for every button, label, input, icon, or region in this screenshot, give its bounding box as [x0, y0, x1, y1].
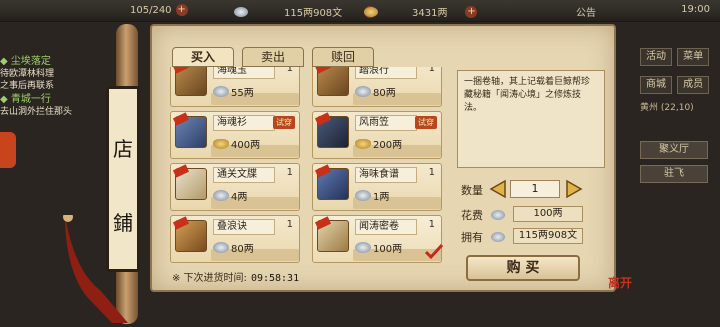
shop-item[interactable]: 海魂玉 1 55两: [170, 67, 300, 107]
quest-desc: 待欧潭林科理: [0, 69, 55, 79]
item-name: 海魂玉: [213, 67, 275, 79]
manual-icon: [172, 216, 207, 252]
silver-icon: [491, 232, 505, 242]
silver-value: 115两908文: [284, 8, 343, 19]
activity-button[interactable]: 活动: [640, 48, 672, 66]
item-name: 踏浪行: [355, 67, 417, 79]
try-on-button[interactable]: 试穿: [273, 116, 295, 129]
gold-ingot-icon: [355, 138, 371, 149]
document-icon: [172, 164, 207, 200]
cost-label: 花费: [461, 209, 483, 222]
quest-desc: 之事后再联系: [0, 81, 55, 91]
restock-label: ※ 下次进货时间:: [172, 273, 247, 284]
leave-button[interactable]: 离开: [608, 276, 632, 312]
right-menu: 活动 菜单 商城 成员 黄州 (22,10) 聚义厅 驻飞: [640, 44, 712, 183]
quantity-input[interactable]: 1: [510, 180, 560, 198]
item-description: 一捆卷轴，其上记载着巨鲸帮珍藏秘籍「闻涛心境」之修炼技法。: [457, 70, 605, 168]
jade-icon: [172, 67, 207, 96]
item-name: 海味食谱: [355, 167, 417, 183]
item-qty: 1: [428, 167, 435, 178]
item-qty: 1: [286, 167, 293, 178]
item-name: 叠浪诀: [213, 219, 275, 235]
tab-buy[interactable]: 买入: [172, 47, 234, 67]
location-readout: 黄州 (22,10): [640, 103, 694, 113]
item-qty: 1: [428, 67, 435, 74]
shop-item[interactable]: 叠浪诀 1 80两: [170, 215, 300, 263]
silver-icon: [491, 210, 505, 220]
tassel-icon: [63, 215, 128, 323]
station-button[interactable]: 驻飞: [640, 165, 708, 183]
item-qty: 1: [428, 219, 435, 230]
gold-value: 3431两: [412, 8, 448, 19]
item-price: 80两: [355, 84, 396, 99]
robe-icon: [172, 112, 207, 148]
silver-icon: [355, 86, 371, 97]
silver-icon: [213, 86, 229, 97]
tab-redeem[interactable]: 赎回: [312, 47, 374, 67]
item-price: 100两: [355, 240, 402, 255]
item-price: 55两: [213, 84, 254, 99]
clock: 19:00: [681, 4, 710, 15]
side-tab[interactable]: [0, 132, 16, 168]
silver-icon: [213, 190, 229, 201]
item-price: 4两: [213, 188, 247, 203]
gold-ingot-icon: [213, 138, 229, 149]
quest-desc: 去山洞外拦住那头: [0, 107, 73, 117]
scroll-icon: [314, 216, 349, 252]
silver-icon: [355, 190, 371, 201]
restock-time: 09:58:31: [250, 273, 300, 284]
item-qty: 1: [286, 67, 293, 74]
shop-item[interactable]: 海味食谱 1 1两: [312, 163, 442, 211]
quantity-label: 数量: [461, 184, 483, 197]
quest-title[interactable]: ◆ 尘埃落定: [0, 56, 95, 68]
item-price: 80两: [213, 240, 254, 255]
item-price: 1两: [355, 188, 389, 203]
shop-item[interactable]: 海魂衫 试穿 400两: [170, 111, 300, 159]
item-name: 海魂衫: [213, 115, 275, 131]
members-button[interactable]: 成员: [677, 76, 710, 94]
quest-tracker[interactable]: ◆ 尘埃落定 待欧潭林科理 之事后再联系 ◆ 青城一行 去山洞外拦住那头: [0, 56, 95, 118]
quest-title[interactable]: ◆ 青城一行: [0, 94, 95, 106]
gold-icon: [364, 6, 378, 17]
mall-button[interactable]: 商城: [640, 76, 672, 94]
notice-button[interactable]: 公告: [576, 4, 596, 19]
silver-icon: [234, 6, 248, 17]
silver-icon: [355, 242, 371, 253]
item-name: 通关文牒: [213, 167, 275, 183]
gold-display: 3431两 +: [364, 4, 478, 19]
owned-value: 115两908文: [513, 228, 583, 244]
menu-button[interactable]: 菜单: [677, 48, 710, 66]
shop-item[interactable]: 风雨笠 试穿 200两: [312, 111, 442, 159]
item-name: 风雨笠: [355, 115, 417, 131]
check-icon: [425, 244, 443, 260]
recipe-book-icon: [314, 164, 349, 200]
silver-display: 115两908文 +: [234, 4, 377, 19]
silver-icon: [213, 242, 229, 253]
owned-label: 拥有: [461, 231, 483, 244]
hall-button[interactable]: 聚义厅: [640, 141, 708, 159]
straw-hat-icon: [314, 112, 349, 148]
decrease-arrow-icon[interactable]: [489, 179, 507, 199]
shop-item[interactable]: 通关文牒 1 4两: [170, 163, 300, 211]
add-stamina-plus-icon[interactable]: +: [175, 4, 188, 16]
item-name: 闻涛密卷: [355, 219, 417, 235]
add-gold-plus-icon[interactable]: +: [465, 5, 478, 18]
tab-sell[interactable]: 卖出: [242, 47, 304, 67]
book-icon: [314, 67, 349, 96]
shop-item-selected[interactable]: 闻涛密卷 1 100两: [312, 215, 443, 263]
item-list[interactable]: 海魂玉 1 55两 踏浪行 1 80两 海魂衫 试穿 400两 风雨笠 试穿 2…: [170, 67, 456, 263]
restock-timer: ※ 下次进货时间: 09:58:31: [172, 269, 299, 284]
buy-button[interactable]: 购 买: [466, 255, 580, 281]
item-qty: 1: [286, 219, 293, 230]
stamina-display: 105/240 +: [130, 4, 188, 16]
try-on-button[interactable]: 试穿: [415, 116, 437, 129]
increase-arrow-icon[interactable]: [565, 179, 583, 199]
shop-item[interactable]: 踏浪行 1 80两: [312, 67, 442, 107]
item-price: 200两: [355, 136, 402, 151]
shop-title-char: 店: [113, 137, 133, 161]
item-price: 400两: [213, 136, 260, 151]
stamina-value: 105/240: [130, 4, 172, 16]
resource-bar: 105/240 + 115两908文 + 3431两 + 公告 19:00: [0, 0, 720, 22]
cost-value: 100两: [513, 206, 583, 222]
